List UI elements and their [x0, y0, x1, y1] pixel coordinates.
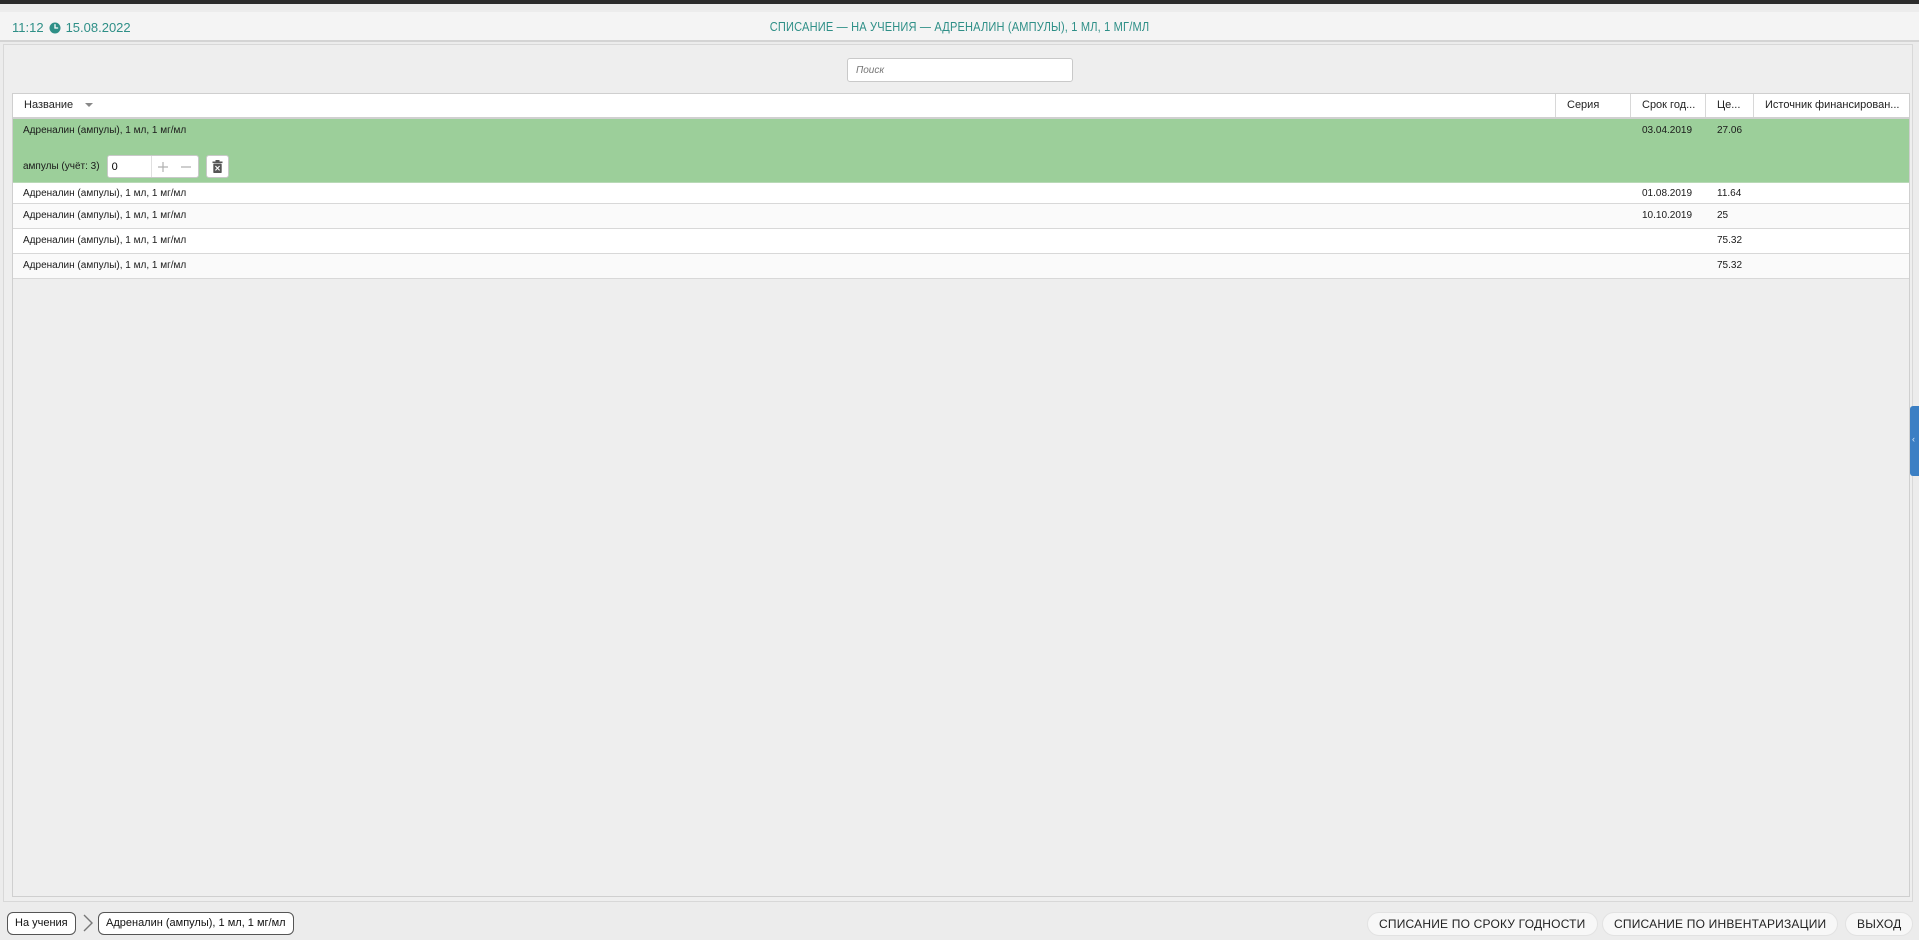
write-off-expiry-button[interactable]: СПИСАНИЕ ПО СРОКУ ГОДНОСТИ: [1367, 912, 1598, 936]
sort-down-icon: [85, 102, 94, 107]
footer-bar: На учения Адреналин (ампулы), 1 мл, 1 мг…: [0, 906, 1919, 940]
cell-name: Адреналин (ампулы), 1 мл, 1 мг/мл: [23, 188, 187, 199]
table-row[interactable]: Адреналин (ампулы), 1 мл, 1 мг/мл 75.32: [13, 229, 1909, 254]
side-panel-toggle[interactable]: ‹: [1910, 406, 1919, 476]
items-table: Название Серия Срок год... Це... Источни…: [12, 93, 1910, 897]
cell-price: 75.32: [1717, 235, 1743, 246]
cell-expiry: 01.08.2019: [1642, 188, 1693, 199]
table-row-selected[interactable]: Адреналин (ампулы), 1 мл, 1 мг/мл 03.04.…: [13, 119, 1909, 183]
column-label: Це...: [1717, 99, 1741, 111]
clock-icon: [49, 22, 61, 33]
column-header-price[interactable]: Це...: [1706, 94, 1754, 117]
window-top-strip: [0, 0, 1919, 4]
unit-label: ампулы (учёт: 3): [23, 161, 100, 172]
minus-icon: [181, 165, 192, 168]
column-label: Срок год...: [1642, 99, 1696, 111]
column-header-series[interactable]: Серия: [1556, 94, 1631, 117]
row-detail: ампулы (учёт: 3): [23, 155, 229, 178]
table-header: Название Серия Срок год... Це... Источни…: [13, 94, 1909, 119]
chevron-right-icon: [83, 914, 93, 932]
cell-name: Адреналин (ампулы), 1 мл, 1 мг/мл: [23, 210, 187, 221]
cell-name: Адреналин (ампулы), 1 мл, 1 мг/мл: [23, 125, 187, 136]
cell-price: 25: [1717, 210, 1729, 221]
minus-button[interactable]: [175, 156, 198, 177]
table-row[interactable]: Адреналин (ампулы), 1 мл, 1 мг/мл 75.32: [13, 254, 1909, 279]
exit-button[interactable]: ВЫХОД: [1845, 912, 1914, 936]
cell-name: Адреналин (ампулы), 1 мл, 1 мг/мл: [23, 260, 187, 271]
column-label: Название: [24, 99, 74, 111]
write-off-inventory-button[interactable]: СПИСАНИЕ ПО ИНВЕНТАРИЗАЦИИ: [1602, 912, 1839, 936]
quantity-stepper: [106, 155, 199, 178]
page-title: СПИСАНИЕ — НА УЧЕНИЯ — АДРЕНАЛИН (АМПУЛЫ…: [769, 19, 1150, 34]
breadcrumb-item-2[interactable]: Адреналин (ампулы), 1 мл, 1 мг/мл: [98, 912, 294, 935]
trash-icon: [212, 160, 223, 173]
header-bar: 11:12 15.08.2022 СПИСАНИЕ — НА УЧЕНИЯ — …: [0, 12, 1919, 42]
cell-price: 27.06: [1717, 125, 1743, 136]
collapse-left-icon: ‹: [1912, 434, 1915, 444]
table-row[interactable]: Адреналин (ампулы), 1 мл, 1 мг/мл 01.08.…: [13, 183, 1909, 204]
cell-name: Адреналин (ампулы), 1 мл, 1 мг/мл: [23, 235, 187, 246]
column-header-source[interactable]: Источник финансирован...: [1754, 94, 1909, 117]
quantity-input[interactable]: [107, 156, 152, 177]
column-header-name[interactable]: Название: [13, 94, 1556, 117]
column-label: Серия: [1567, 99, 1600, 111]
delete-button[interactable]: [205, 155, 229, 178]
column-label: Источник финансирован...: [1765, 99, 1900, 111]
cell-price: 11.64: [1717, 188, 1742, 199]
column-header-expiry[interactable]: Срок год...: [1631, 94, 1706, 117]
plus-button[interactable]: [152, 156, 175, 177]
date-text: 15.08.2022: [65, 20, 131, 35]
plus-icon: [158, 161, 169, 172]
search-input[interactable]: [847, 58, 1073, 82]
datetime: 11:12 15.08.2022: [12, 20, 131, 35]
cell-expiry: 10.10.2019: [1642, 210, 1693, 221]
cell-expiry: 03.04.2019: [1642, 125, 1693, 136]
breadcrumb-item-1[interactable]: На учения: [7, 912, 76, 935]
cell-price: 75.32: [1717, 260, 1743, 271]
table-row[interactable]: Адреналин (ампулы), 1 мл, 1 мг/мл 10.10.…: [13, 204, 1909, 229]
time-text: 11:12: [12, 20, 44, 35]
